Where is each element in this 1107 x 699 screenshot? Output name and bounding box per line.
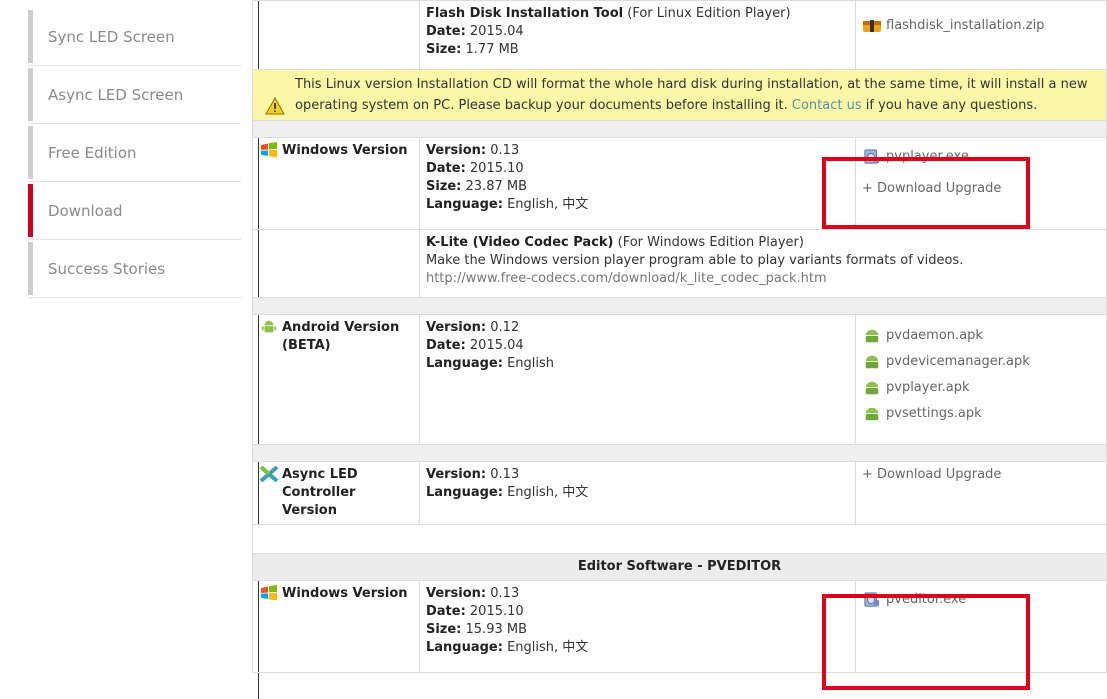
file-name: pvdaemon.apk <box>886 328 983 343</box>
pvdaemon-apk-download-link[interactable]: pvdaemon.apk <box>862 327 1100 345</box>
table-row: Flash Disk Installation Tool (For Linux … <box>252 0 1107 70</box>
date-label: Date: <box>425 24 466 39</box>
size-label: Size: <box>425 622 462 637</box>
sidebar-nav: Sync LED Screen Async LED Screen Free Ed… <box>28 8 241 298</box>
pvsettings-apk-download-link[interactable]: pvsettings.apk <box>862 405 1100 423</box>
version-value: 0.13 <box>490 143 520 158</box>
size-value: 23.87 MB <box>465 179 527 194</box>
size-value: 15.93 MB <box>465 622 527 637</box>
date-label: Date: <box>425 161 466 176</box>
sidebar-item-async-led-screen[interactable]: Async LED Screen <box>28 66 241 124</box>
flashdisk-note: (For Linux Edition Player) <box>627 6 791 21</box>
sidebar-item-download[interactable]: Download <box>28 182 241 240</box>
flashdisk-title: Flash Disk Installation Tool <box>425 6 624 21</box>
downloads-table: Flash Disk Installation Tool (For Linux … <box>252 0 1107 673</box>
sidebar-item-label: Sync LED Screen <box>48 27 175 46</box>
sidebar-item-label: Download <box>48 201 123 220</box>
language-value: English, 中文 <box>507 640 589 655</box>
date-value: 2015.04 <box>469 24 524 39</box>
editor-heading: Editor Software - PVEDITOR <box>252 553 1107 581</box>
warning-icon <box>265 97 285 115</box>
platform-name: Windows Version <box>282 143 408 158</box>
platform-name: Android Version (BETA) <box>282 320 400 353</box>
archive-icon <box>863 20 881 32</box>
warning-row: This Linux version Installation CD will … <box>252 69 1107 121</box>
date-value: 2015.04 <box>469 338 524 353</box>
version-label: Version: <box>425 143 487 158</box>
file-name: flashdisk_installation.zip <box>886 18 1045 33</box>
contact-us-link[interactable]: Contact us <box>792 98 862 113</box>
file-name: pvsettings.apk <box>886 406 982 421</box>
android-icon <box>865 329 879 343</box>
language-label: Language: <box>425 356 503 371</box>
language-label: Language: <box>425 485 503 500</box>
language-value: English, 中文 <box>507 485 589 500</box>
version-value: 0.13 <box>490 467 520 482</box>
sidebar-item-label: Async LED Screen <box>48 85 184 104</box>
warning-text-end: if you have any questions. <box>865 98 1038 113</box>
size-label: Size: <box>425 42 462 57</box>
version-label: Version: <box>425 586 487 601</box>
android-icon <box>865 355 879 369</box>
platform-name: Windows Version <box>282 586 408 601</box>
table-row: Async LED Controller Version Version: 0.… <box>252 461 1107 525</box>
date-label: Date: <box>425 604 466 619</box>
platform-name: Async LED Controller Version <box>282 467 358 518</box>
sidebar-item-success-stories[interactable]: Success Stories <box>28 240 241 298</box>
date-value: 2015.10 <box>469 161 524 176</box>
size-value: 1.77 MB <box>465 42 519 57</box>
language-value: English, 中文 <box>507 197 589 212</box>
version-label: Version: <box>425 467 487 482</box>
file-name: pvdevicemanager.apk <box>886 354 1030 369</box>
date-value: 2015.10 <box>469 604 524 619</box>
table-row: Android Version (BETA) Version: 0.12 Dat… <box>252 314 1107 445</box>
sidebar-item-sync-led-screen[interactable]: Sync LED Screen <box>28 8 241 66</box>
klite-title: K-Lite (Video Codec Pack) <box>425 235 614 250</box>
sidebar-item-free-edition[interactable]: Free Edition <box>28 124 241 182</box>
android-icon <box>865 381 879 395</box>
highlight-box-pvplayer <box>822 157 1030 229</box>
language-label: Language: <box>425 197 503 212</box>
sidebar-item-label: Free Edition <box>48 143 137 162</box>
klite-url-link[interactable]: http://www.free-codecs.com/download/k_li… <box>426 270 1100 288</box>
version-label: Version: <box>425 320 487 335</box>
version-value: 0.13 <box>490 586 520 601</box>
pvdevicemanager-apk-download-link[interactable]: pvdevicemanager.apk <box>862 353 1100 371</box>
android-icon <box>261 320 277 333</box>
version-value: 0.12 <box>490 320 520 335</box>
download-upgrade-link[interactable]: + Download Upgrade <box>862 466 1100 484</box>
windows-logo-icon <box>261 142 277 158</box>
table-row: K-Lite (Video Codec Pack) (For Windows E… <box>252 229 1107 298</box>
klite-note: (For Windows Edition Player) <box>617 235 804 250</box>
language-label: Language: <box>425 640 503 655</box>
flashdisk-download-link[interactable]: flashdisk_installation.zip <box>862 17 1100 35</box>
section-header: Editor Software - PVEDITOR <box>252 553 1107 581</box>
klite-description: Make the Windows version player program … <box>425 253 964 268</box>
sidebar-item-label: Success Stories <box>48 259 166 278</box>
file-name: pvplayer.apk <box>886 380 970 395</box>
date-label: Date: <box>425 338 466 353</box>
language-value: English <box>507 356 555 371</box>
pvplayer-apk-download-link[interactable]: pvplayer.apk <box>862 379 1100 397</box>
size-label: Size: <box>425 179 462 194</box>
android-icon <box>865 407 879 421</box>
highlight-box-pveditor <box>822 594 1030 690</box>
windows-logo-icon <box>261 585 277 601</box>
async-controller-icon <box>259 466 279 482</box>
